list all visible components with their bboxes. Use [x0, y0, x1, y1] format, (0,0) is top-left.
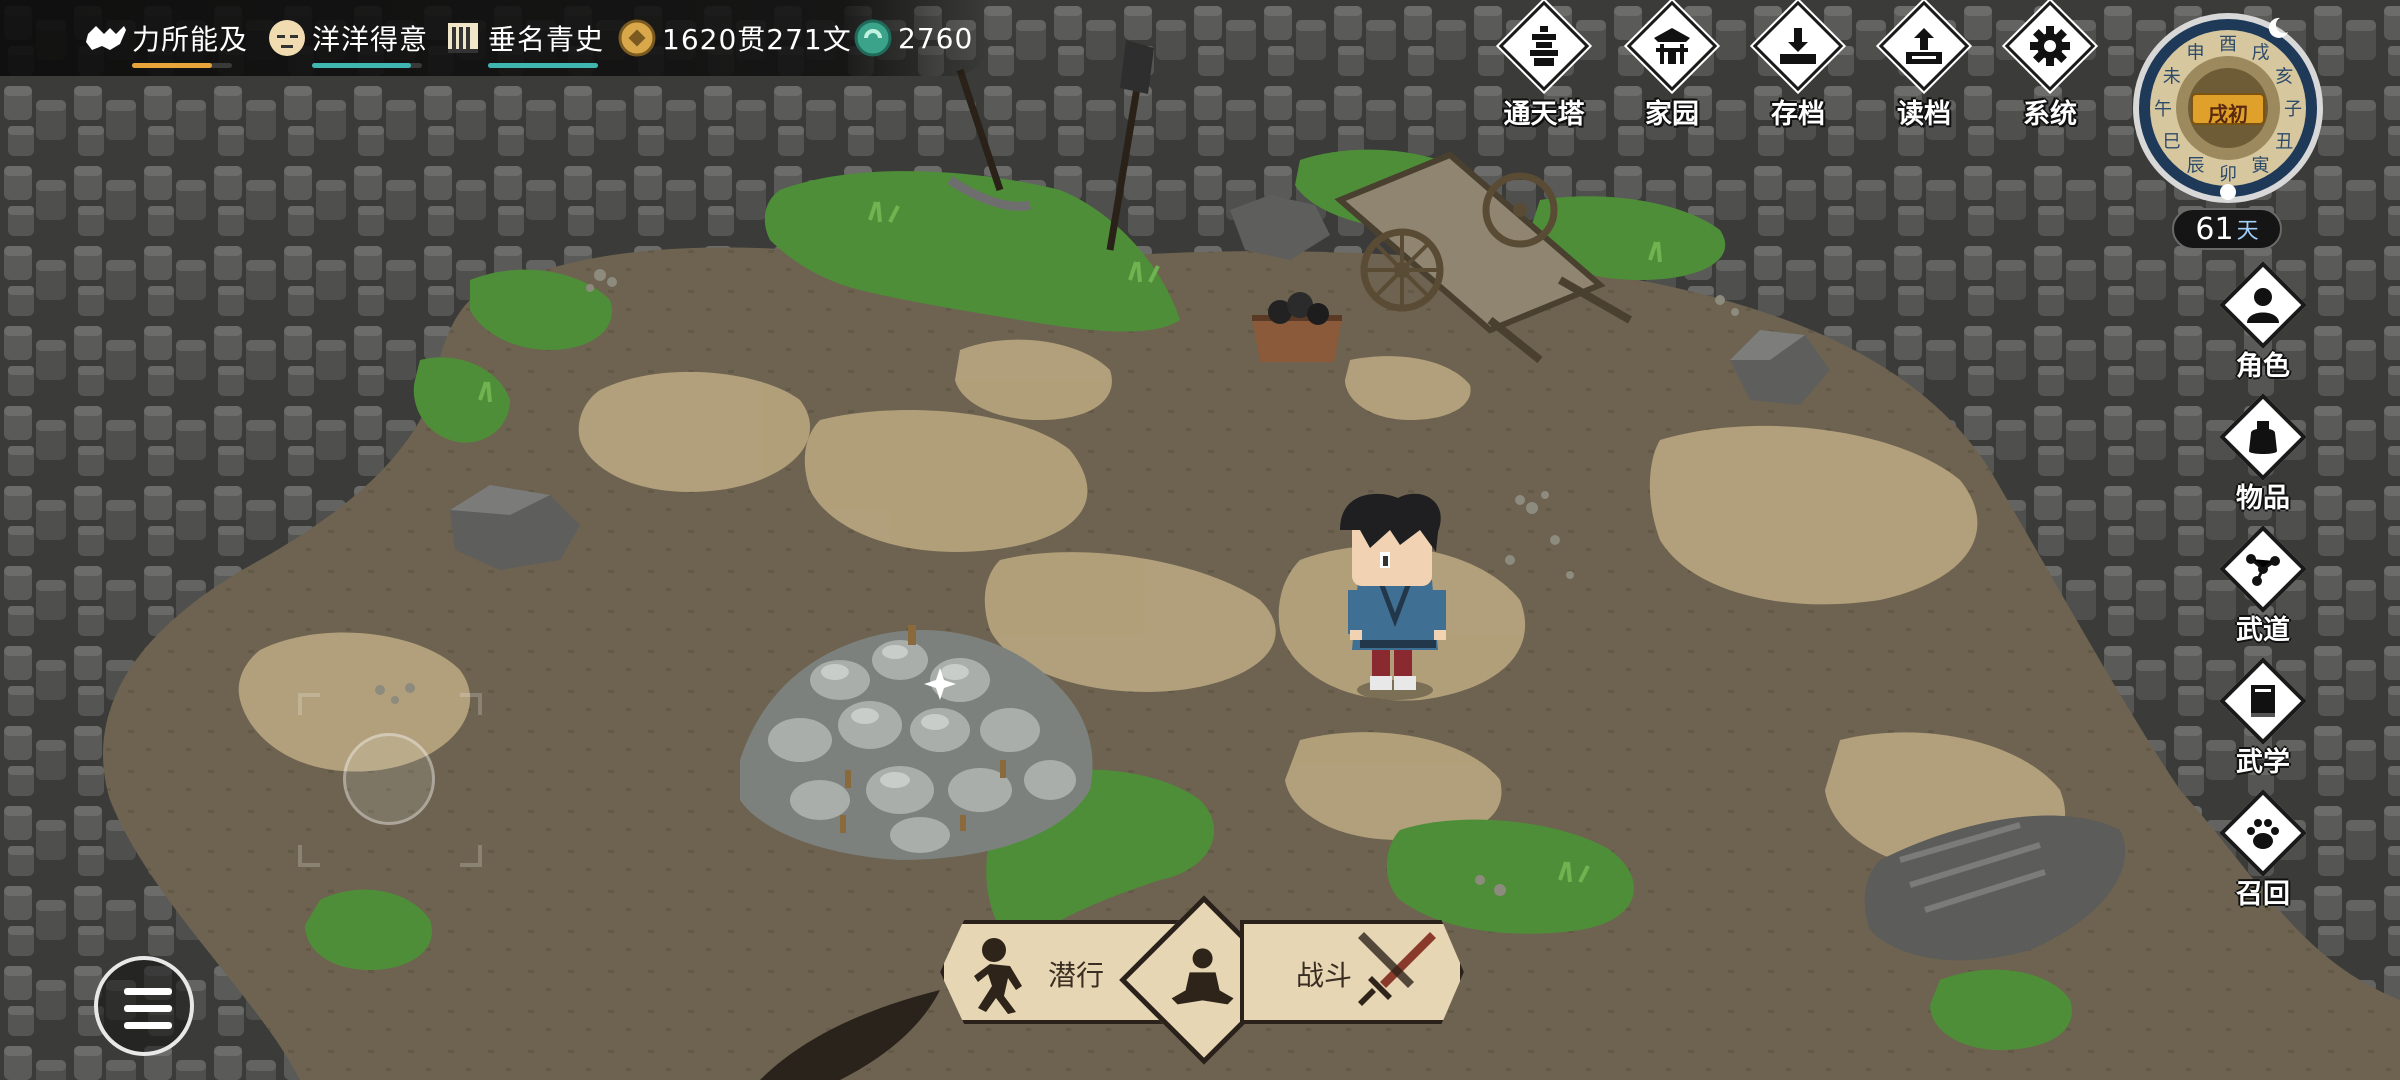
- save-button[interactable]: 存档: [1742, 0, 1854, 130]
- stamina-label: 力所能及: [132, 23, 249, 56]
- zodiac-hour-label: 卯: [2219, 164, 2237, 185]
- save-label: 存档: [1771, 99, 1825, 130]
- character-button[interactable]: 角色: [2208, 261, 2318, 384]
- bag-icon: [2238, 412, 2288, 462]
- items-label: 物品: [2236, 483, 2290, 514]
- coin-icon: [616, 17, 658, 59]
- virtual-joystick[interactable]: [343, 733, 435, 825]
- copper-money[interactable]: 1620贯271文: [616, 12, 852, 64]
- zodiac-hour-label: 巳: [2163, 132, 2181, 153]
- sword-icon: [1350, 928, 1440, 1024]
- mood-label: 洋洋得意: [312, 23, 429, 56]
- martial-way-button[interactable]: 武道: [2208, 525, 2318, 648]
- home-label: 家园: [1645, 99, 1699, 130]
- time-label: 戌初: [2208, 102, 2248, 126]
- face-icon: [266, 17, 308, 59]
- stamina-bar: [132, 63, 232, 68]
- main-menu-button[interactable]: [94, 956, 194, 1056]
- fame-bar: [488, 63, 598, 68]
- zodiac-hour-label: 辰: [2187, 155, 2205, 176]
- gear-icon: [2024, 20, 2076, 72]
- system-button[interactable]: 系统: [1994, 0, 2106, 130]
- strength-icon: [86, 17, 128, 59]
- day-counter: 61 天: [2172, 208, 2282, 250]
- jade-currency[interactable]: 2760: [852, 12, 973, 64]
- zodiac-hour-label: 未: [2163, 67, 2181, 88]
- zodiac-hour-label: 酉: [2219, 34, 2237, 55]
- jade-icon: [852, 17, 894, 59]
- martial-way-label: 武道: [2236, 615, 2290, 646]
- sneak-icon: [970, 936, 1040, 1020]
- save-icon: [1772, 20, 1824, 72]
- load-icon: [1898, 20, 1950, 72]
- tower-label: 通天塔: [1503, 99, 1585, 130]
- time-clock[interactable]: 戌亥子丑寅卯辰巳午未申酉 戌初: [2130, 10, 2326, 206]
- meditate-icon: [1168, 944, 1238, 1018]
- martial-arts-label: 武学: [2236, 747, 2290, 778]
- load-label: 读档: [1897, 99, 1951, 130]
- character-label: 角色: [2236, 351, 2290, 382]
- zodiac-hour-label: 丑: [2275, 132, 2293, 153]
- zodiac-hour-label: 子: [2284, 99, 2302, 120]
- fight-button[interactable]: 战斗: [1240, 920, 1464, 1024]
- home-icon: [1646, 20, 1698, 72]
- book-icon: [2238, 676, 2288, 726]
- menu-line: [124, 988, 172, 995]
- recall-button[interactable]: 召回: [2208, 789, 2318, 912]
- zodiac-hour-label: 戌: [2252, 43, 2270, 64]
- paw-icon: [2238, 808, 2288, 858]
- mood-status[interactable]: 洋洋得意: [266, 12, 429, 68]
- home-button[interactable]: 家园: [1616, 0, 1728, 130]
- menu-line: [124, 1005, 172, 1012]
- zodiac-hour-label: 午: [2154, 99, 2172, 120]
- zodiac-hour-label: 亥: [2275, 67, 2293, 88]
- status-bar: 力所能及 洋洋得意 垂名青史 1620贯271文 2760: [0, 0, 990, 76]
- tower-icon: [1518, 20, 1570, 72]
- fame-status[interactable]: 垂名青史: [442, 12, 605, 68]
- day-unit: 天: [2236, 219, 2259, 244]
- jade-value: 2760: [898, 21, 974, 55]
- items-button[interactable]: 物品: [2208, 393, 2318, 516]
- scroll-icon: [442, 17, 484, 59]
- sneak-label: 潜行: [1048, 959, 1105, 992]
- tower-button[interactable]: 通天塔: [1488, 0, 1600, 130]
- constellation-icon: [2238, 544, 2288, 594]
- day-count: 61: [2195, 211, 2234, 247]
- stamina-status[interactable]: 力所能及: [86, 12, 249, 68]
- fame-label: 垂名青史: [488, 23, 605, 56]
- zodiac-hour-label: 寅: [2252, 155, 2270, 176]
- recall-label: 召回: [2236, 879, 2290, 910]
- load-button[interactable]: 读档: [1868, 0, 1980, 130]
- menu-line: [124, 1022, 172, 1029]
- fight-label: 战斗: [1296, 959, 1353, 992]
- zodiac-hour-label: 申: [2187, 43, 2205, 64]
- system-label: 系统: [2023, 99, 2077, 130]
- person-icon: [2238, 280, 2288, 330]
- copper-value: 1620贯271文: [662, 23, 852, 56]
- mood-bar: [312, 63, 422, 68]
- martial-arts-button[interactable]: 武学: [2208, 657, 2318, 780]
